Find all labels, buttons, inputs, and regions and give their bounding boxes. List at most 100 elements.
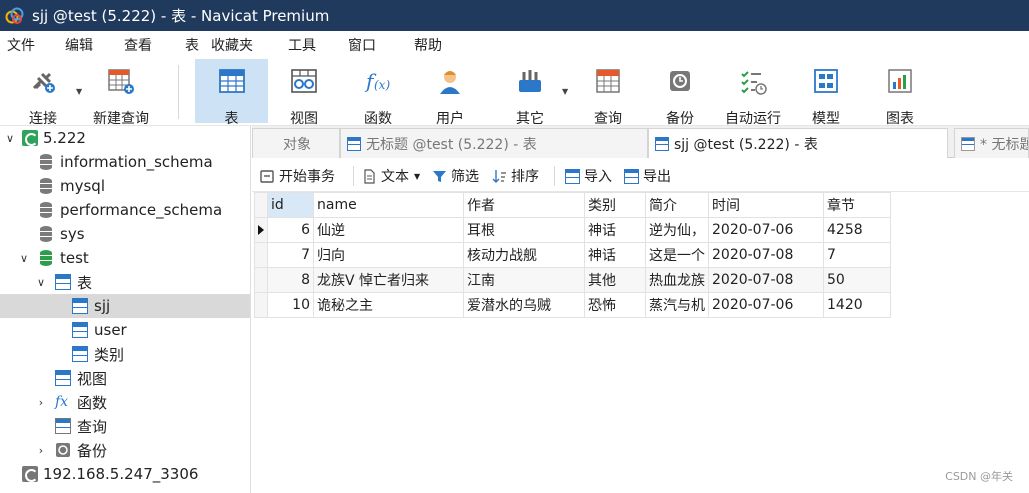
tree-group-queries[interactable]: 查询 [0, 414, 250, 438]
function-button[interactable]: f (x) 函数 [350, 59, 406, 127]
connection-button[interactable]: 连接 [14, 59, 72, 127]
user-button[interactable]: 用户 [422, 59, 478, 127]
table-icon [217, 66, 247, 96]
automation-button[interactable]: 自动运行 [720, 59, 786, 127]
cell-time[interactable]: 2020-07-06 [708, 292, 824, 318]
filter-button[interactable]: 筛选 [432, 166, 479, 186]
tree-db-mysql[interactable]: mysql [0, 174, 250, 198]
view-button[interactable]: 视图 [276, 59, 332, 127]
column-header-intro[interactable]: 简介 [645, 192, 709, 218]
sort-button[interactable]: 排序 [492, 166, 539, 186]
begin-transaction-button[interactable]: 开始事务 [260, 166, 335, 186]
chart-button[interactable]: 图表 [872, 59, 928, 127]
cell-chapter[interactable]: 7 [823, 242, 891, 268]
cell-category[interactable]: 恐怖 [584, 292, 646, 318]
tree-table-category[interactable]: 类别 [0, 342, 250, 366]
menu-window[interactable]: 窗口 [348, 35, 376, 55]
tree-table-sjj[interactable]: sjj [0, 294, 250, 318]
new-query-label: 新建查询 [93, 111, 149, 127]
cell-intro[interactable]: 逆为仙， [645, 217, 709, 243]
tree-db-information-schema[interactable]: information_schema [0, 150, 250, 174]
tree-group-tables[interactable]: ∨ 表 [0, 270, 250, 294]
tree-table-user[interactable]: user [0, 318, 250, 342]
column-header-chapter[interactable]: 章节 [823, 192, 891, 218]
cell-id[interactable]: 10 [267, 292, 314, 318]
cell-time[interactable]: 2020-07-08 [708, 242, 824, 268]
cell-name[interactable]: 龙族V 悼亡者归来 [313, 267, 464, 293]
cell-time[interactable]: 2020-07-06 [708, 217, 824, 243]
cell-chapter[interactable]: 4258 [823, 217, 891, 243]
text-button[interactable]: 文本 ▼ [362, 166, 420, 186]
table-row[interactable]: 8 龙族V 悼亡者归来 江南 其他 热血龙族 2020-07-08 50 [254, 267, 891, 293]
cell-name[interactable]: 仙逆 [313, 217, 464, 243]
menu-file[interactable]: 文件 [7, 35, 35, 55]
cell-id[interactable]: 7 [267, 242, 314, 268]
column-header-name[interactable]: name [313, 192, 464, 218]
table-row[interactable]: 10 诡秘之主 爱潜水的乌贼 恐怖 蒸汽与机 2020-07-06 1420 [254, 292, 891, 318]
text-dropdown-icon[interactable]: ▼ [414, 172, 420, 181]
model-button[interactable]: 模型 [798, 59, 854, 127]
tree-db-performance-schema[interactable]: performance_schema [0, 198, 250, 222]
column-header-category[interactable]: 类别 [584, 192, 646, 218]
cell-chapter[interactable]: 1420 [823, 292, 891, 318]
cell-id[interactable]: 8 [267, 267, 314, 293]
collapse-icon[interactable]: ∨ [3, 132, 17, 145]
table-row[interactable]: 7 归向 核动力战舰 神话 这是一个 2020-07-08 7 [254, 242, 891, 268]
view-label: 视图 [290, 111, 318, 127]
import-button[interactable]: 导入 [565, 166, 612, 186]
export-button[interactable]: 导出 [624, 166, 671, 186]
table-button[interactable]: 表 [195, 59, 268, 127]
cell-id[interactable]: 6 [267, 217, 314, 243]
navigator-pane: ∨ 5.222 information_schema mysql perform… [0, 126, 251, 493]
column-header-author[interactable]: 作者 [463, 192, 585, 218]
others-button[interactable]: 其它 [502, 59, 558, 127]
connection-dropdown-icon[interactable]: ▼ [76, 87, 82, 96]
cell-intro[interactable]: 蒸汽与机 [645, 292, 709, 318]
others-dropdown-icon[interactable]: ▼ [562, 87, 568, 96]
sort-label: 排序 [511, 169, 539, 185]
export-label: 导出 [643, 169, 671, 185]
collapse-icon[interactable]: ∨ [34, 276, 48, 289]
tree-db-test[interactable]: ∨ test [0, 246, 250, 270]
tree-connection-5-222[interactable]: ∨ 5.222 [0, 126, 250, 150]
column-header-time[interactable]: 时间 [708, 192, 824, 218]
menu-favorites[interactable]: 收藏夹 [211, 35, 253, 55]
cell-name[interactable]: 诡秘之主 [313, 292, 464, 318]
backup-button[interactable]: 备份 [652, 59, 708, 127]
cell-chapter[interactable]: 50 [823, 267, 891, 293]
expand-icon[interactable]: › [34, 396, 48, 409]
tab-objects[interactable]: 对象 [252, 128, 340, 158]
tree-db-sys[interactable]: sys [0, 222, 250, 246]
menu-table[interactable]: 表 [185, 35, 199, 55]
collapse-icon[interactable]: ∨ [17, 252, 31, 265]
query-button[interactable]: 查询 [580, 59, 636, 127]
cell-category[interactable]: 其他 [584, 267, 646, 293]
menu-help[interactable]: 帮助 [414, 35, 442, 55]
database-icon [38, 250, 54, 266]
menu-tools[interactable]: 工具 [288, 35, 316, 55]
cell-intro[interactable]: 热血龙族 [645, 267, 709, 293]
tree-group-views[interactable]: 视图 [0, 366, 250, 390]
tab-untitled-table[interactable]: 无标题 @test (5.222) - 表 [340, 128, 648, 158]
menu-edit[interactable]: 编辑 [65, 35, 93, 55]
cell-category[interactable]: 神话 [584, 217, 646, 243]
menu-view[interactable]: 查看 [124, 35, 152, 55]
cell-author[interactable]: 江南 [463, 267, 585, 293]
cell-category[interactable]: 神话 [584, 242, 646, 268]
cell-author[interactable]: 耳根 [463, 217, 585, 243]
tree-group-functions[interactable]: › fx 函数 [0, 390, 250, 414]
tab-sjj-table[interactable]: sjj @test (5.222) - 表 [648, 128, 948, 158]
tab-untitled-unsaved[interactable]: * 无标题 [954, 128, 1029, 158]
table-row[interactable]: 6 仙逆 耳根 神话 逆为仙， 2020-07-06 4258 [254, 217, 891, 243]
new-query-button[interactable]: 新建查询 [90, 59, 152, 127]
tree-group-backups[interactable]: › 备份 [0, 438, 250, 462]
tree-label: sjj [94, 297, 111, 315]
column-header-id[interactable]: id [267, 192, 314, 218]
cell-intro[interactable]: 这是一个 [645, 242, 709, 268]
cell-author[interactable]: 核动力战舰 [463, 242, 585, 268]
expand-icon[interactable]: › [34, 444, 48, 457]
tree-connection-192-168-5-247[interactable]: 192.168.5.247_3306 [0, 462, 250, 486]
cell-name[interactable]: 归向 [313, 242, 464, 268]
cell-author[interactable]: 爱潜水的乌贼 [463, 292, 585, 318]
cell-time[interactable]: 2020-07-08 [708, 267, 824, 293]
